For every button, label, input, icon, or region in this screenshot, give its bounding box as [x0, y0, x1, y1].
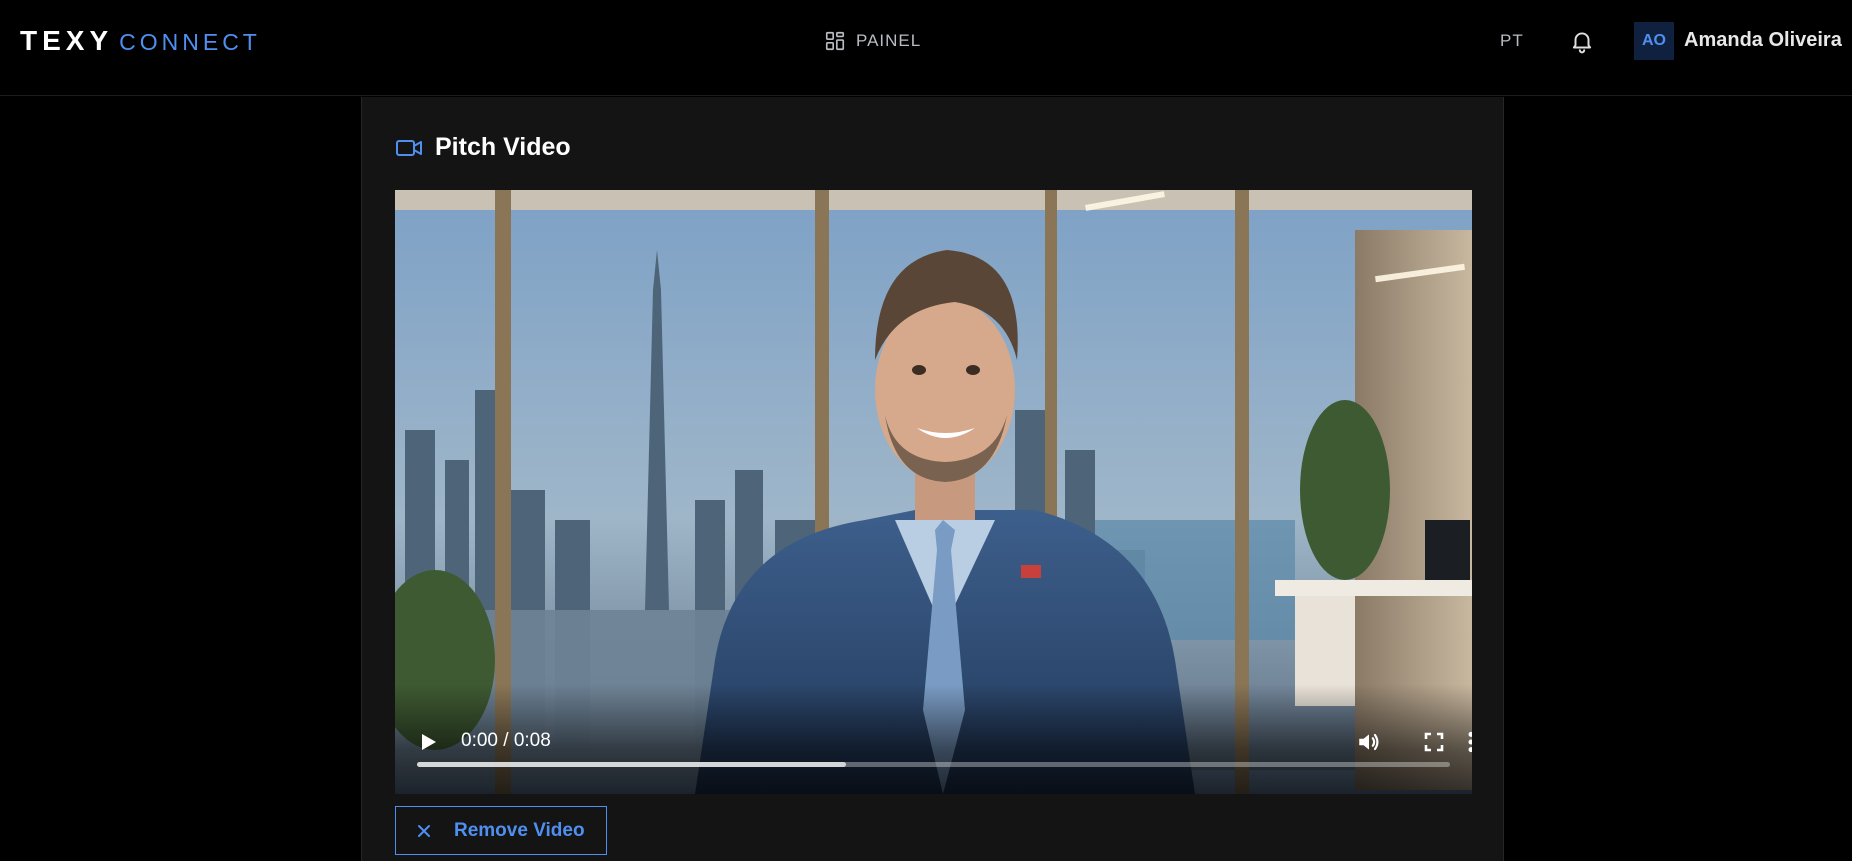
video-player[interactable]: 0:00 / 0:08	[395, 190, 1472, 794]
logo-product-text: CONNECT	[119, 29, 261, 55]
close-icon	[418, 824, 430, 837]
video-time-display: 0:00 / 0:08	[461, 730, 551, 751]
section-title-text: Pitch Video	[435, 133, 571, 161]
fullscreen-icon[interactable]	[1422, 730, 1446, 754]
language-selector[interactable]: PT	[1500, 31, 1524, 51]
nav-panel-link[interactable]: PAINEL	[824, 30, 921, 52]
controls-overlay	[395, 684, 1472, 794]
user-name[interactable]: Amanda Oliveira	[1684, 29, 1842, 52]
notification-bell-icon[interactable]	[1569, 28, 1595, 54]
remove-video-button[interactable]: Remove Video	[395, 806, 607, 855]
logo-brand-text: TEXY	[20, 25, 114, 56]
video-buffered-indicator	[417, 762, 846, 767]
dashboard-icon	[825, 31, 845, 51]
app-logo[interactable]: TEXY CONNECT	[20, 24, 261, 59]
user-avatar[interactable]: AO	[1634, 22, 1674, 60]
volume-icon[interactable]	[1356, 729, 1382, 755]
video-progress-bar[interactable]	[417, 762, 1450, 767]
more-options-icon[interactable]	[1458, 729, 1472, 755]
top-navigation-bar: TEXY CONNECT PAINEL PT AO Amanda Oliveira	[0, 0, 1852, 96]
remove-video-label: Remove Video	[454, 819, 585, 841]
video-camera-icon	[396, 139, 422, 156]
section-title: Pitch Video	[395, 133, 571, 162]
nav-panel-label: PAINEL	[856, 31, 922, 50]
pitch-video-panel: Pitch Video 0:00 / 0:08 Remove Video	[361, 97, 1504, 861]
play-icon[interactable]	[417, 731, 439, 753]
